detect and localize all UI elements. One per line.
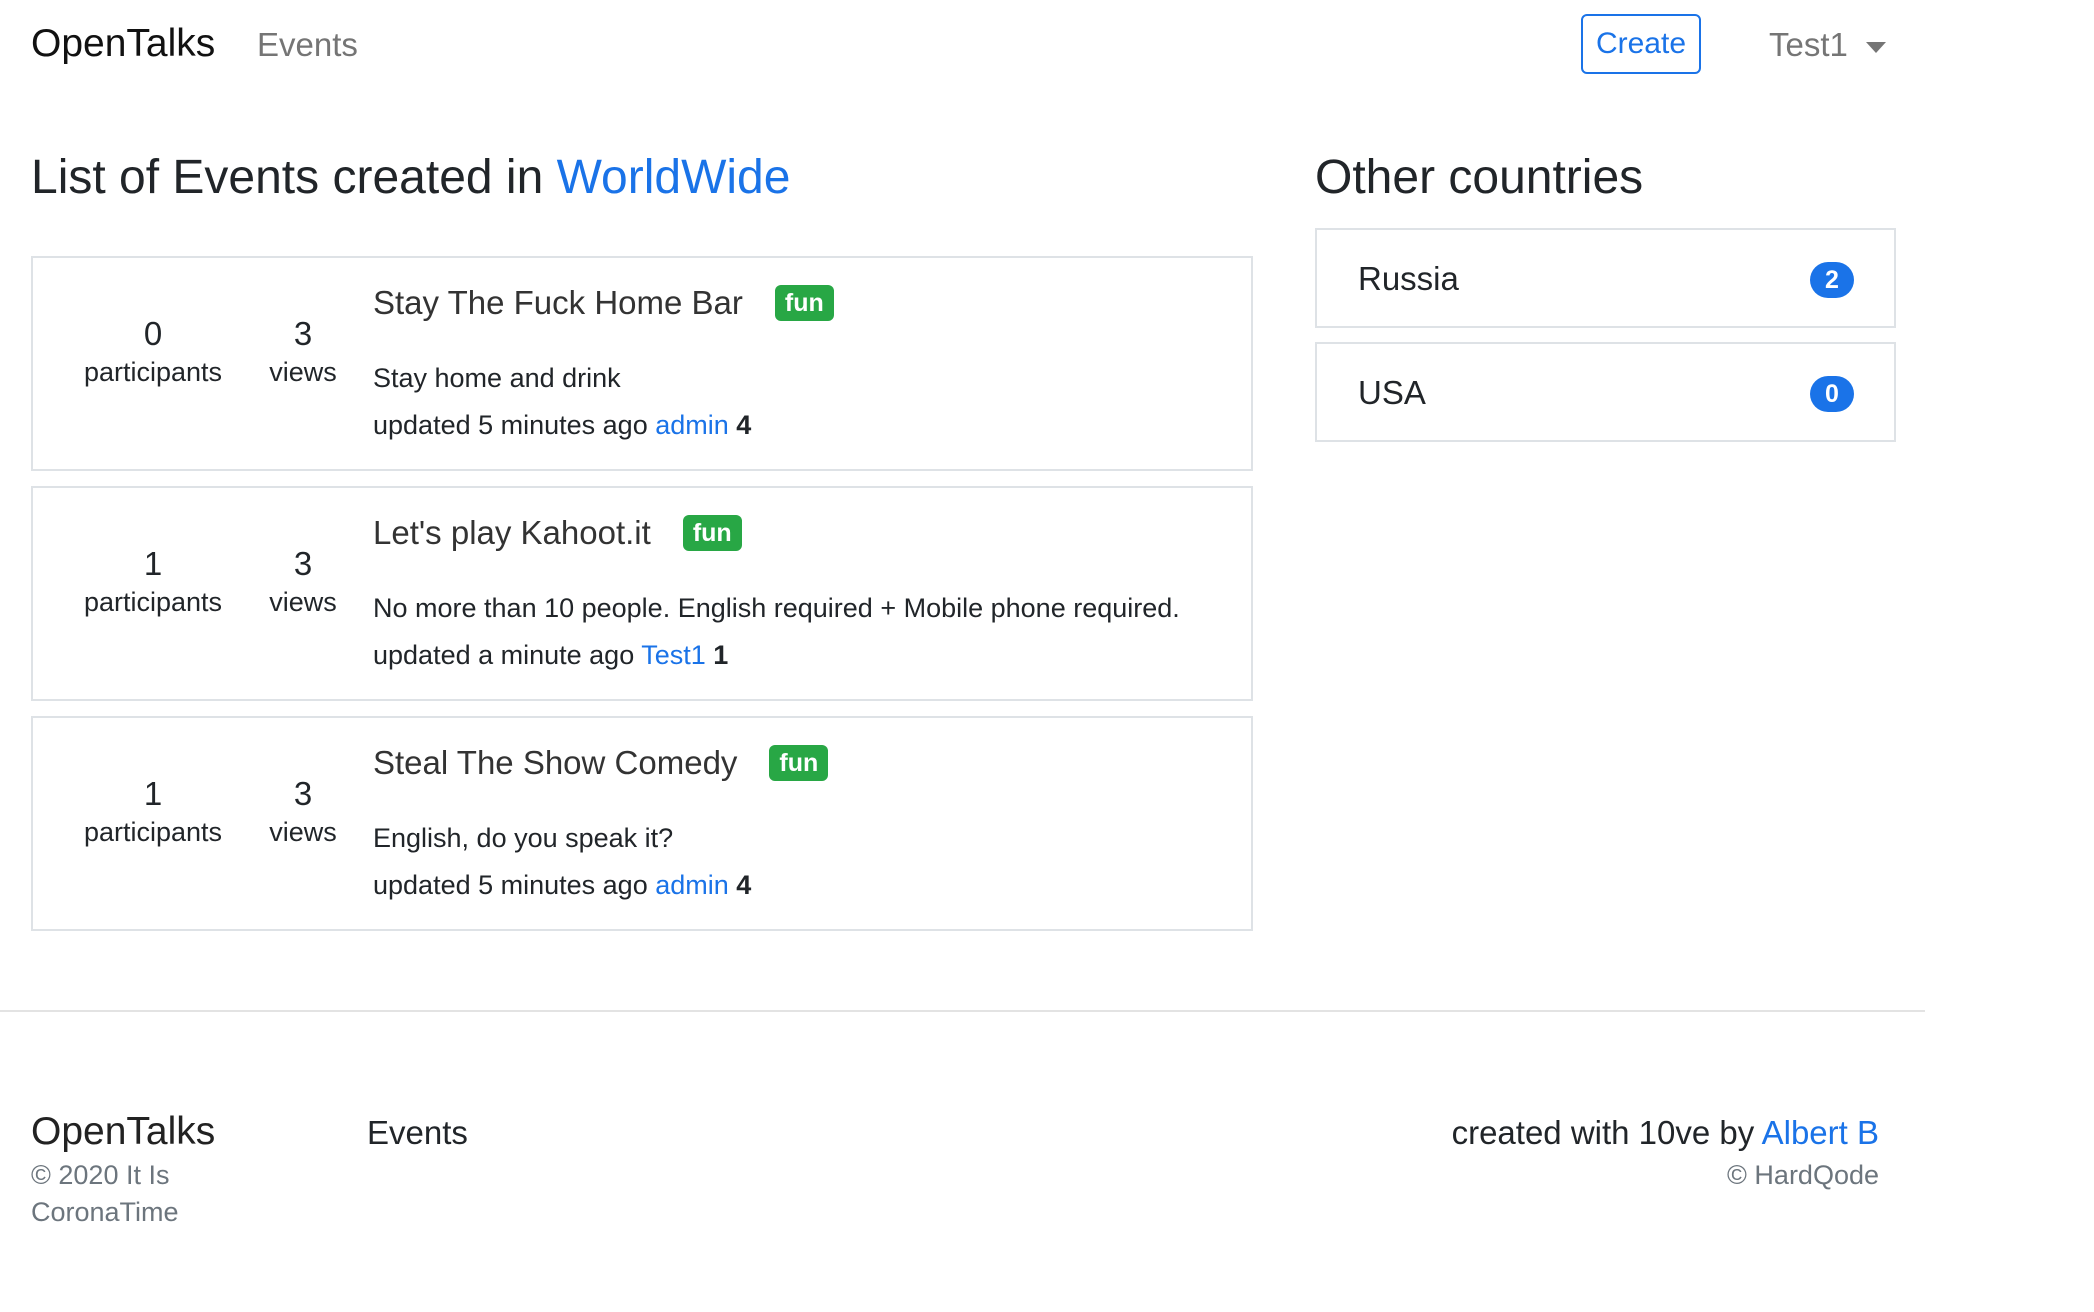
footer-copyright-line1: © 2020 It Is [31, 1160, 170, 1190]
participants-label: participants [83, 817, 223, 847]
footer-brand: OpenTalks [31, 1110, 216, 1153]
user-menu-label: Test1 [1769, 26, 1848, 63]
event-description: Stay home and drink [373, 363, 621, 393]
event-card: 1 participants 3 views Let's play Kahoot… [31, 486, 1253, 701]
author-score: 4 [736, 410, 752, 440]
participants-label: participants [83, 587, 223, 617]
country-name: Russia [1358, 260, 1459, 297]
footer-events-link[interactable]: Events [367, 1114, 468, 1152]
views-stat: 3 views [223, 774, 383, 850]
event-meta: updated a minute ago Test1 1 [373, 640, 728, 671]
create-button[interactable]: Create [1581, 14, 1701, 74]
footer-company: © HardQode [1727, 1160, 1879, 1190]
participants-stat: 1 participants [73, 544, 233, 620]
footer-copyright: © 2020 It Is CoronaTime [31, 1157, 231, 1231]
views-count: 3 [293, 315, 313, 352]
views-count: 3 [293, 775, 313, 812]
event-title-link[interactable]: Let's play Kahoot.it [373, 514, 651, 552]
event-title: Steal The Show Comedy fun [373, 744, 829, 782]
author-score: 1 [713, 640, 729, 670]
event-description: No more than 10 people. English required… [373, 593, 1180, 623]
country-count-badge: 0 [1810, 376, 1854, 412]
category-badge[interactable]: fun [769, 745, 829, 781]
country-count-badge: 2 [1810, 262, 1854, 298]
event-updated: updated 5 minutes ago [373, 410, 648, 440]
views-label: views [269, 817, 337, 847]
footer-divider [0, 1010, 1925, 1012]
event-meta: updated 5 minutes ago admin 4 [373, 870, 751, 901]
views-count: 3 [293, 545, 313, 582]
top-navbar: OpenTalks Events Create Test1 [0, 0, 1920, 90]
event-title-link[interactable]: Steal The Show Comedy [373, 744, 737, 782]
event-title: Let's play Kahoot.it fun [373, 514, 742, 552]
event-updated: updated 5 minutes ago [373, 870, 648, 900]
sidebar-title: Other countries [1315, 151, 1644, 204]
event-description: English, do you speak it? [373, 823, 674, 853]
event-title: Stay The Fuck Home Bar fun [373, 284, 834, 322]
footer-copyright-line2: CoronaTime [31, 1197, 179, 1227]
views-stat: 3 views [223, 544, 383, 620]
participants-count: 0 [143, 315, 163, 352]
page-title-prefix: List of Events created in [31, 151, 557, 204]
country-item-usa[interactable]: USA 0 [1315, 342, 1896, 442]
event-card: 1 participants 3 views Steal The Show Co… [31, 716, 1253, 931]
nav-events-link[interactable]: Events [257, 26, 358, 64]
brand-logo-link[interactable]: OpenTalks [31, 22, 215, 66]
event-meta: updated 5 minutes ago admin 4 [373, 410, 751, 441]
country-name: USA [1358, 374, 1426, 411]
views-label: views [269, 587, 337, 617]
event-card: 0 participants 3 views Stay The Fuck Hom… [31, 256, 1253, 471]
views-stat: 3 views [223, 314, 383, 390]
participants-count: 1 [143, 545, 163, 582]
participants-count: 1 [143, 775, 163, 812]
participants-label: participants [83, 357, 223, 387]
event-author-link[interactable]: admin [655, 410, 729, 440]
event-author-link[interactable]: Test1 [641, 640, 706, 670]
page-title: List of Events created in WorldWide [31, 150, 790, 205]
category-badge[interactable]: fun [774, 285, 834, 321]
event-updated: updated a minute ago [373, 640, 635, 670]
author-score: 4 [736, 870, 752, 900]
location-link[interactable]: WorldWide [557, 151, 791, 204]
country-item-russia[interactable]: Russia 2 [1315, 228, 1896, 328]
views-label: views [269, 357, 337, 387]
event-title-link[interactable]: Stay The Fuck Home Bar [373, 284, 743, 322]
footer-created-text: created with 10ve by [1451, 1114, 1762, 1151]
category-badge[interactable]: fun [682, 515, 742, 551]
creator-link[interactable]: Albert B [1762, 1114, 1879, 1151]
participants-stat: 1 participants [73, 774, 233, 850]
event-author-link[interactable]: admin [655, 870, 729, 900]
participants-stat: 0 participants [73, 314, 233, 390]
footer-credits: created with 10ve by Albert B [1452, 1114, 1879, 1152]
caret-down-icon [1865, 41, 1886, 53]
user-menu-dropdown[interactable]: Test1 [1769, 26, 1886, 64]
